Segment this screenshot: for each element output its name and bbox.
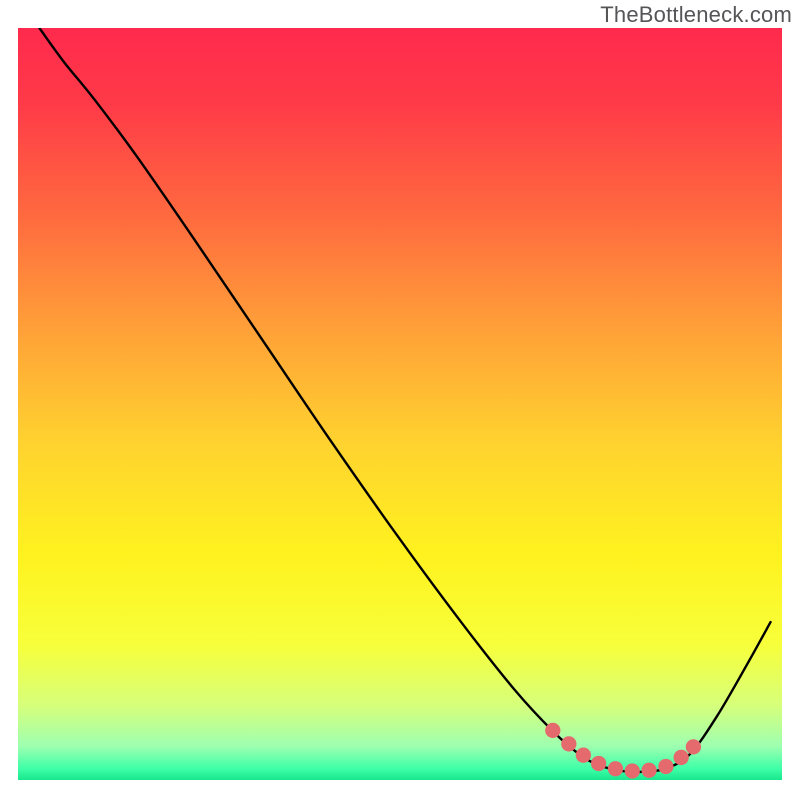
marker-dot: [591, 756, 606, 771]
marker-dot: [674, 750, 689, 765]
gradient-background: [18, 28, 782, 780]
marker-dot: [576, 748, 591, 763]
watermark-text: TheBottleneck.com: [600, 2, 792, 28]
marker-dot: [641, 763, 656, 778]
chart-stage: TheBottleneck.com: [0, 0, 800, 800]
marker-dot: [561, 736, 576, 751]
chart-plot-area: [18, 28, 782, 780]
marker-dot: [608, 761, 623, 776]
marker-dot: [625, 763, 640, 778]
marker-dot: [658, 759, 673, 774]
marker-dot: [686, 739, 701, 754]
chart-svg: [18, 28, 782, 780]
marker-dot: [545, 723, 560, 738]
